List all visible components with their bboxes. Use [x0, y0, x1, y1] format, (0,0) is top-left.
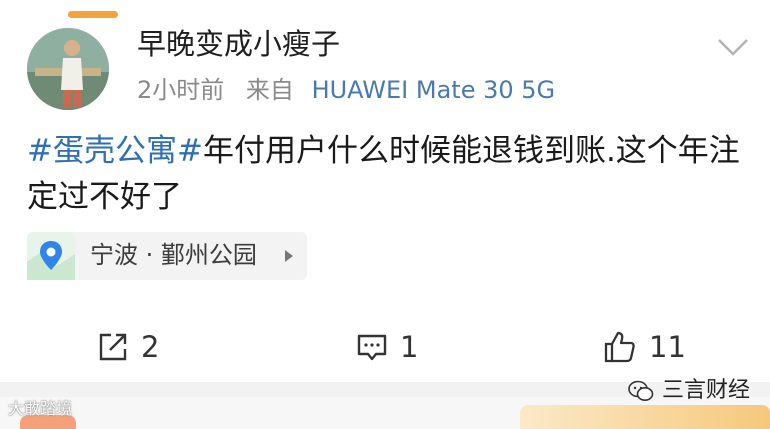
source-prefix: 来自 [245, 76, 294, 104]
like-button[interactable]: 11 [603, 329, 686, 365]
post-time: 2小时前 [137, 76, 225, 104]
repost-button[interactable]: 2 [97, 329, 159, 365]
hashtag-link[interactable]: #蛋壳公寓# [27, 133, 203, 169]
post-meta: 2小时前 来自 HUAWEI Mate 30 5G [137, 78, 555, 102]
avatar-photo [27, 28, 109, 110]
username[interactable]: 早晚变成小瘦子 [137, 30, 340, 59]
comment-count: 1 [400, 329, 419, 364]
comment-button[interactable]: 1 [356, 329, 418, 365]
thumbs-up-icon [604, 331, 635, 363]
like-count: 11 [649, 329, 686, 364]
watermark-left: 大敢踏境 [8, 401, 72, 417]
device-link[interactable]: HUAWEI Mate 30 5G [312, 76, 556, 104]
repost-count: 2 [141, 329, 160, 364]
watermark-left-text: 大敢踏境 [8, 399, 73, 418]
next-post-banner [520, 405, 770, 429]
location-pin-icon [27, 232, 75, 280]
location-text: 宁波 · 鄞州公园 [90, 241, 257, 269]
avatar[interactable] [27, 28, 109, 110]
tab-indicator [68, 11, 118, 18]
post-content: #蛋壳公寓#年付用户什么时候能退钱到账.这个年注定过不好了 [27, 128, 747, 220]
watermark-right: 三言财经 [628, 380, 750, 402]
watermark-right-text: 三言财经 [662, 378, 751, 403]
weibo-post-card: 早晚变成小瘦子 2小时前 来自 HUAWEI Mate 30 5G #蛋壳公寓#… [0, 22, 770, 378]
repost-icon [99, 333, 127, 361]
chevron-right-icon [285, 250, 293, 262]
chevron-down-icon[interactable] [717, 36, 749, 58]
location-chip[interactable]: 宁波 · 鄞州公园 [27, 232, 307, 280]
comment-icon [357, 334, 387, 361]
wechat-icon [628, 380, 654, 401]
